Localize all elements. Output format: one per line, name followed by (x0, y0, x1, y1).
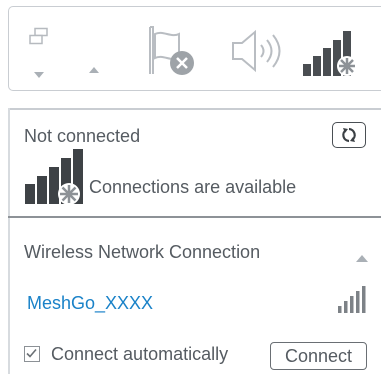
connect-button[interactable]: Connect (270, 342, 367, 370)
wifi-signal-icon[interactable] (302, 28, 366, 85)
chevron-down-icon[interactable] (33, 67, 45, 85)
refresh-button[interactable] (332, 122, 366, 148)
connections-available-icon (24, 148, 86, 211)
speaker-icon[interactable] (230, 28, 286, 79)
network-window-icon[interactable] (28, 27, 50, 52)
connection-status: Not connected (24, 126, 141, 146)
network-signal-icon (337, 286, 367, 319)
section-title: Wireless Network Connection (24, 242, 261, 262)
network-ssid[interactable]: MeshGo_XXXX (27, 293, 153, 314)
auto-connect-label[interactable]: Connect automatically (51, 344, 228, 365)
flag-error-icon[interactable] (145, 24, 201, 85)
refresh-icon (342, 127, 356, 143)
chevron-up-icon[interactable] (88, 62, 100, 80)
auto-connect-checkbox[interactable] (24, 346, 40, 362)
panel-left-border (8, 108, 10, 374)
checkmark-icon (26, 348, 37, 358)
section-collapse-icon[interactable] (355, 250, 369, 268)
connections-available-text: Connections are available (89, 177, 297, 197)
section-divider (8, 216, 381, 218)
tray-divider (8, 108, 381, 110)
